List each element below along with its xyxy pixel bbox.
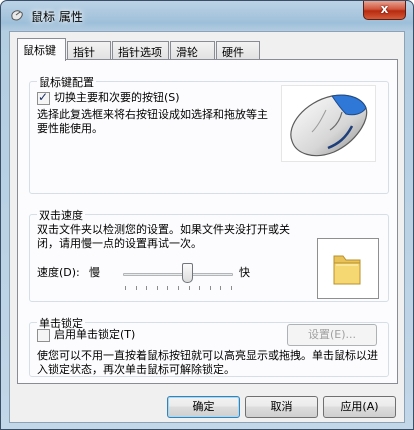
dialog-client: 鼠标键 指针 指针选项 滑轮 硬件 鼠标键配置 切换主要和次要的按钮(S) 选择… bbox=[9, 31, 405, 423]
switch-buttons-description: 选择此复选框来将右按钮设成如选择和拖放等主要性能使用。 bbox=[37, 108, 268, 135]
speed-slider-track[interactable] bbox=[123, 273, 233, 276]
ok-button[interactable]: 确定 bbox=[167, 396, 240, 418]
slider-tick bbox=[135, 286, 137, 290]
slider-tick bbox=[188, 286, 190, 290]
slider-tick bbox=[146, 286, 148, 290]
double-click-title: 双击速度 bbox=[37, 207, 85, 223]
close-icon: x bbox=[380, 2, 389, 16]
mouse-properties-window: 鼠标 属性 x 鼠标键 指针 指针选项 滑轮 硬件 鼠标键配置 切换主要和次要的… bbox=[0, 0, 414, 430]
title-bar[interactable]: 鼠标 属性 x bbox=[1, 1, 413, 31]
switch-buttons-label[interactable]: 切换主要和次要的按钮(S) bbox=[54, 91, 180, 105]
button-config-title: 鼠标键配置 bbox=[37, 74, 96, 90]
mouse-image bbox=[281, 85, 376, 162]
click-lock-settings-button[interactable]: 设置(E)... bbox=[287, 324, 377, 346]
double-click-description: 双击文件夹以检测您的设置。如果文件夹没打开或关闭，请用慢一点的设置再试一次。 bbox=[37, 223, 290, 250]
cancel-button[interactable]: 取消 bbox=[245, 396, 318, 418]
test-folder-area[interactable] bbox=[317, 238, 379, 299]
switch-buttons-checkbox[interactable] bbox=[37, 90, 50, 105]
click-lock-checkbox[interactable] bbox=[37, 329, 50, 342]
slider-tick bbox=[209, 286, 211, 290]
speed-slider-thumb[interactable] bbox=[182, 263, 194, 283]
tab-buttons[interactable]: 鼠标键 bbox=[17, 38, 66, 61]
speed-label: 速度(D): bbox=[37, 266, 80, 279]
tab-pointers[interactable]: 指针 bbox=[67, 41, 111, 60]
tab-hardware[interactable]: 硬件 bbox=[216, 41, 260, 60]
slow-label: 慢 bbox=[89, 266, 100, 279]
slider-tick bbox=[167, 286, 169, 290]
slider-tick bbox=[199, 286, 201, 290]
tab-wheel[interactable]: 滑轮 bbox=[170, 41, 215, 60]
slider-tick bbox=[156, 286, 158, 290]
tab-pointer-options[interactable]: 指针选项 bbox=[112, 41, 169, 60]
click-lock-label[interactable]: 启用单击锁定(T) bbox=[54, 328, 135, 342]
apply-button[interactable]: 应用(A) bbox=[323, 396, 396, 418]
slider-tick bbox=[125, 286, 126, 290]
close-button[interactable]: x bbox=[363, 1, 406, 20]
click-lock-description: 使您可以不用一直按着鼠标按钮就可以高亮显示或拖拽。单击鼠标以进入锁定状态，再次单… bbox=[37, 349, 378, 376]
folder-icon[interactable] bbox=[318, 239, 378, 298]
window-title: 鼠标 属性 bbox=[31, 10, 83, 24]
slider-tick bbox=[231, 286, 232, 290]
buttons-page: 鼠标键配置 切换主要和次要的按钮(S) 选择此复选框来将右按钮设成如选择和拖放等… bbox=[17, 59, 398, 384]
mouse-illustration-icon bbox=[290, 94, 368, 157]
fast-label: 快 bbox=[239, 266, 250, 279]
slider-tick bbox=[220, 286, 222, 290]
slider-tick bbox=[178, 286, 179, 290]
mouse-icon bbox=[11, 10, 23, 21]
